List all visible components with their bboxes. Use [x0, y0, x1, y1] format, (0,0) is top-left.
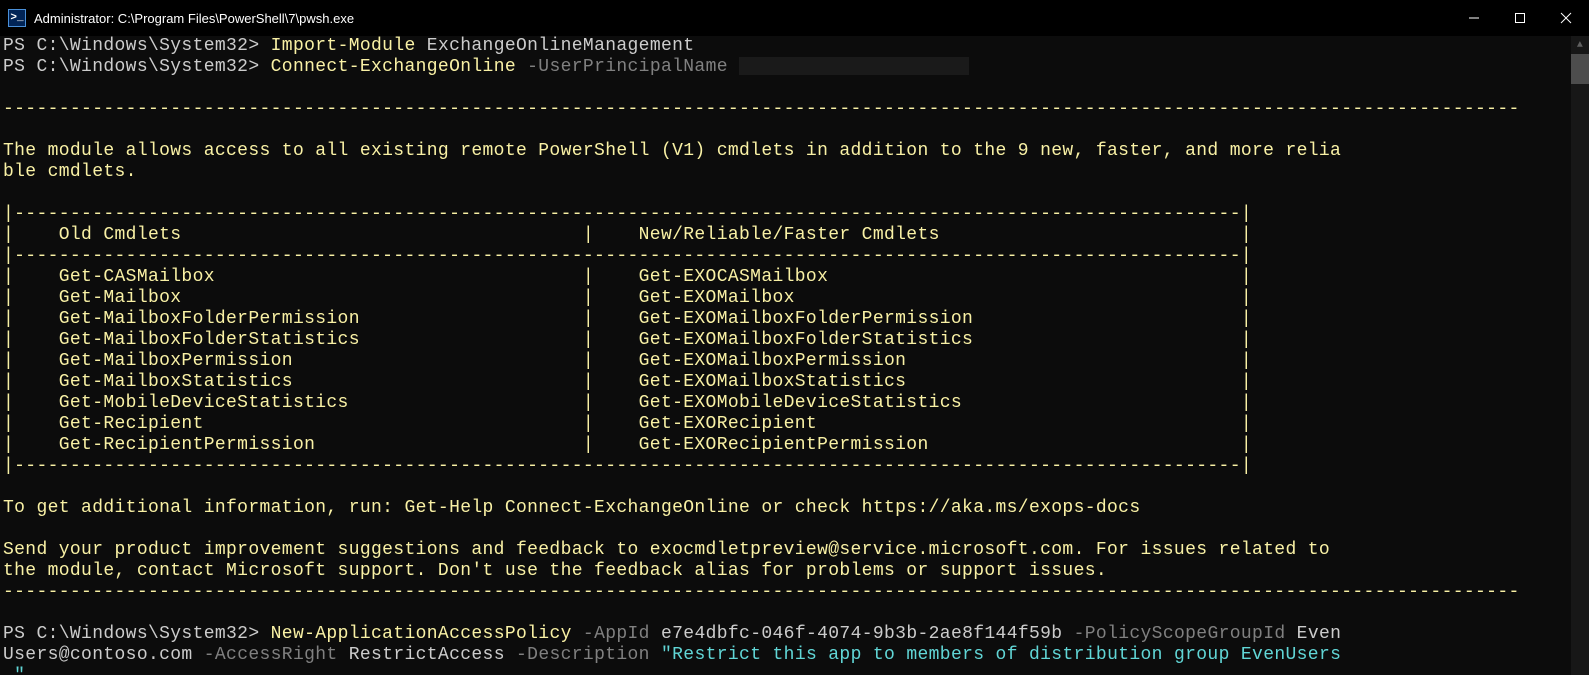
scrollbar-thumb[interactable]	[1571, 54, 1589, 84]
table-border: |---------------------------------------…	[3, 456, 1252, 476]
table-row: | Get-MailboxFolderStatistics | Get-EXOM…	[3, 330, 1252, 350]
parameter: -Description	[516, 645, 650, 665]
command: Connect-ExchangeOnline	[271, 57, 516, 77]
table-row: | Get-CASMailbox | Get-EXOCASMailbox |	[3, 267, 1252, 287]
divider: ----------------------------------------…	[3, 582, 1520, 602]
powershell-icon: >_	[8, 9, 26, 27]
divider: ----------------------------------------…	[3, 99, 1520, 119]
command: New-ApplicationAccessPolicy	[271, 624, 572, 644]
redacted-value	[739, 57, 969, 75]
table-row: | Get-Recipient | Get-EXORecipient |	[3, 414, 1252, 434]
banner-text: ble cmdlets.	[3, 162, 137, 182]
window-controls	[1451, 0, 1589, 36]
scroll-up-icon[interactable]: ▲	[1571, 36, 1589, 54]
prompt: PS C:\Windows\System32>	[3, 624, 260, 644]
help-text: To get additional information, run: Get-…	[3, 498, 1140, 518]
string-value: "Restrict this app to members of distrib…	[661, 645, 1341, 665]
value: Users@contoso.com	[3, 645, 193, 665]
argument: ExchangeOnlineManagement	[427, 36, 695, 56]
table-header: | Old Cmdlets | New/Reliable/Faster Cmdl…	[3, 225, 1252, 245]
table-row: | Get-Mailbox | Get-EXOMailbox |	[3, 288, 1252, 308]
terminal-content[interactable]: PS C:\Windows\System32> Import-Module Ex…	[3, 36, 1586, 675]
prompt: PS C:\Windows\System32>	[3, 36, 260, 56]
table-border: |---------------------------------------…	[3, 204, 1252, 224]
table-border: |---------------------------------------…	[3, 246, 1252, 266]
parameter: -AccessRight	[204, 645, 338, 665]
parameter: -PolicyScopeGroupId	[1074, 624, 1286, 644]
prompt: PS C:\Windows\System32>	[3, 57, 260, 77]
terminal-area[interactable]: PS C:\Windows\System32> Import-Module Ex…	[0, 36, 1589, 675]
parameter: -UserPrincipalName	[527, 57, 728, 77]
value: RestrictAccess	[349, 645, 505, 665]
window-title: Administrator: C:\Program Files\PowerShe…	[34, 11, 1451, 26]
maximize-button[interactable]	[1497, 0, 1543, 36]
table-row: | Get-MailboxFolderPermission | Get-EXOM…	[3, 309, 1252, 329]
table-row: | Get-MailboxStatistics | Get-EXOMailbox…	[3, 372, 1252, 392]
value: Even	[1297, 624, 1342, 644]
table-row: | Get-RecipientPermission | Get-EXORecip…	[3, 435, 1252, 455]
feedback-text: Send your product improvement suggestion…	[3, 540, 1341, 560]
banner-text: The module allows access to all existing…	[3, 141, 1341, 161]
feedback-text: the module, contact Microsoft support. D…	[3, 561, 1107, 581]
scrollbar[interactable]: ▲	[1571, 36, 1589, 675]
command: Import-Module	[271, 36, 416, 56]
parameter: -AppId	[583, 624, 650, 644]
value: e7e4dbfc-046f-4074-9b3b-2ae8f144f59b	[661, 624, 1062, 644]
minimize-button[interactable]	[1451, 0, 1497, 36]
window-titlebar: >_ Administrator: C:\Program Files\Power…	[0, 0, 1589, 36]
string-value: ."	[3, 666, 25, 675]
close-button[interactable]	[1543, 0, 1589, 36]
table-row: | Get-MailboxPermission | Get-EXOMailbox…	[3, 351, 1252, 371]
table-row: | Get-MobileDeviceStatistics | Get-EXOMo…	[3, 393, 1252, 413]
